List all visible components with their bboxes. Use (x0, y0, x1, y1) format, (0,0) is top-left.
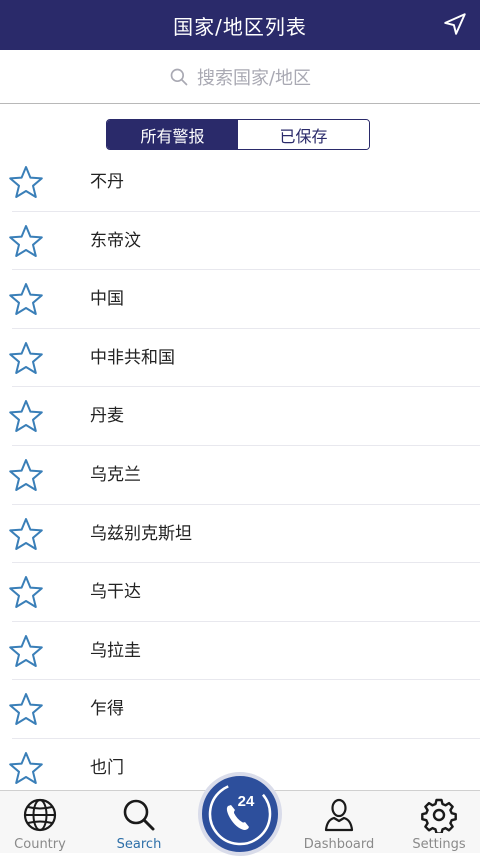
country-name: 也门 (90, 757, 124, 778)
country-row[interactable]: 乍得 (0, 680, 480, 739)
country-name: 乍得 (90, 699, 124, 720)
country-list: 不丹东帝汶中国中非共和国丹麦乌克兰乌兹别克斯坦 乌干达乌拉圭乍得也门 (0, 153, 480, 798)
star-icon[interactable] (8, 575, 44, 609)
star-icon[interactable] (8, 692, 44, 726)
tab-country-label: Country (14, 837, 66, 852)
person-icon (324, 798, 354, 832)
nav-header: 国家/地区列表 (0, 0, 480, 50)
globe-icon (23, 798, 57, 832)
search-icon (123, 799, 155, 831)
country-name: 中国 (90, 289, 124, 310)
country-row[interactable]: 中非共和国 (0, 329, 480, 388)
emergency-call-button[interactable]: 24 (198, 772, 282, 856)
star-icon[interactable] (8, 341, 44, 375)
star-icon[interactable] (8, 224, 44, 258)
country-row[interactable]: 乌克兰 (0, 446, 480, 505)
search-placeholder: 搜索国家/地区 (196, 67, 312, 89)
tab-search-label: Search (116, 837, 162, 852)
star-icon[interactable] (8, 399, 44, 433)
tab-dashboard-label: Dashboard (303, 837, 375, 852)
tab-dashboard[interactable]: Dashboard (299, 791, 379, 854)
country-row[interactable]: 乌兹别克斯坦 (0, 505, 480, 564)
center-badge-text: 24 (238, 793, 255, 810)
phone-24-icon: 24 (208, 782, 272, 846)
location-arrow-icon[interactable] (442, 11, 468, 37)
tab-search[interactable]: Search (99, 791, 179, 854)
country-name: 丹麦 (90, 406, 124, 427)
tab-settings[interactable]: Settings (399, 791, 479, 854)
star-icon[interactable] (8, 751, 44, 785)
star-icon[interactable] (8, 458, 44, 492)
country-row[interactable]: 乌拉圭 (0, 622, 480, 681)
gear-icon (421, 798, 457, 833)
segment-saved[interactable]: 已保存 (238, 120, 369, 149)
country-name: 乌克兰 (90, 464, 141, 485)
country-row[interactable]: 不丹 (0, 153, 480, 212)
country-row[interactable]: 中国 (0, 270, 480, 329)
star-icon[interactable] (8, 634, 44, 668)
country-row[interactable]: 丹麦 (0, 387, 480, 446)
search-input[interactable]: 搜索国家/地区 (0, 50, 480, 104)
country-row[interactable]: 东帝汶 (0, 212, 480, 271)
country-name: 乌拉圭 (90, 640, 141, 661)
segment-all-alerts[interactable]: 所有警报 (107, 120, 238, 149)
country-name: 中非共和国 (90, 347, 175, 368)
country-name: 东帝汶 (90, 230, 141, 251)
tab-country[interactable]: Country (0, 791, 80, 854)
country-name: 不丹 (90, 172, 124, 192)
country-name: 乌干达 (90, 582, 141, 603)
alert-filter-segment: 所有警报 已保存 (106, 119, 370, 150)
star-icon[interactable] (8, 517, 44, 551)
star-icon[interactable] (8, 165, 44, 199)
country-name: 乌兹别克斯坦 (90, 523, 192, 544)
country-row[interactable]: 乌干达 (0, 563, 480, 622)
search-icon (170, 68, 188, 85)
page-title: 国家/地区列表 (173, 14, 307, 39)
star-icon[interactable] (8, 282, 44, 316)
tab-settings-label: Settings (412, 837, 466, 852)
